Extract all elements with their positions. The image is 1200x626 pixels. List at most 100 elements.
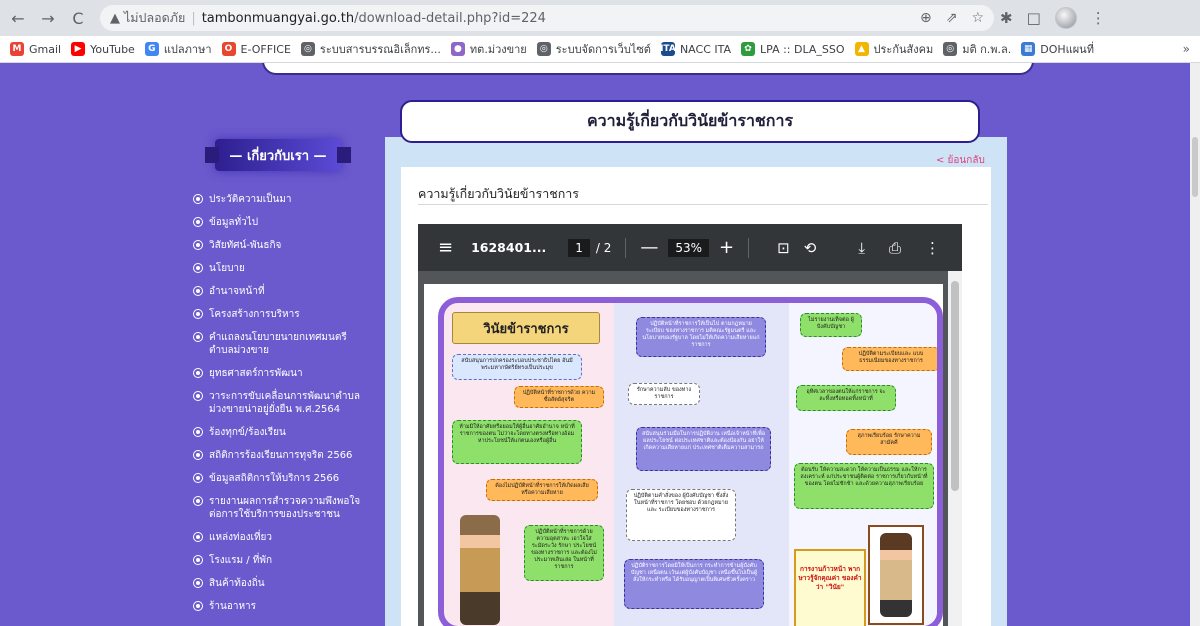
sidebar-item[interactable]: ร้านอาหาร (193, 600, 363, 613)
sidebar-item-label: โรงแรม / ที่พัก (209, 555, 272, 566)
bookmark-item[interactable]: ● ทต.ม่วงขาย (450, 40, 527, 58)
bookmark-item[interactable]: ▶ YouTube (71, 42, 135, 56)
page-scrollbar[interactable] (1190, 63, 1200, 626)
reload-icon[interactable]: C (66, 6, 90, 30)
sidebar-header: — เกี่ยวกับเรา — (205, 139, 351, 171)
sidebar-item[interactable]: วิสัยทัศน์-พันธกิจ (193, 239, 363, 252)
bookmark-icon: ▲ (854, 42, 869, 56)
bookmark-icon: ITA (660, 42, 676, 56)
document-title: ความรู้เกี่ยวกับวินัยข้าราชการ (418, 186, 580, 201)
sidebar-item[interactable]: รายงานผลการสำรวจความพึงพอใจต่อการใช้บริก… (193, 495, 363, 521)
pdf-menu-icon[interactable]: ≡ (438, 237, 453, 258)
sidebar-item[interactable]: แหล่งท่องเที่ยว (193, 531, 363, 544)
infographic-bubble: สนับสนุนร่วมมือในการปฏิบัติงาน เหนือเจ้า… (636, 427, 771, 471)
pdf-toolbar: ≡ 1628401... 1 / 2 — 53% + ⊡ ⟲ ⤓ ⎙ ⋮ (418, 224, 962, 271)
pdf-scrollbar[interactable] (948, 271, 962, 626)
sidebar-item[interactable]: อำนาจหน้าที่ (193, 285, 363, 298)
pdf-viewer: ≡ 1628401... 1 / 2 — 53% + ⊡ ⟲ ⤓ ⎙ ⋮ วิน… (418, 224, 962, 626)
officer-photo-frame (868, 525, 924, 625)
infographic-bubble: ปฏิบัติราชการโดยมิให้เป็นการ กระทำการข้า… (624, 559, 764, 609)
bookmark-item[interactable]: M Gmail (10, 42, 61, 56)
bookmark-item[interactable]: ITA NACC ITA (660, 42, 732, 56)
infographic: วินัยข้าราชการ สนับสนุนการปกครองระบอบประ… (438, 297, 943, 626)
pdf-scroll-thumb[interactable] (951, 281, 959, 491)
sidebar-menu: ประวัติความเป็นมาข้อมูลทั่วไปวิสัยทัศน์-… (193, 193, 363, 623)
zoom-icon[interactable]: ⊕ (920, 10, 932, 26)
infographic-bubble: ปฏิบัติตามคำสั่งของ ผู้บังคับบัญชา ซึ่งส… (626, 489, 736, 541)
sidebar-item[interactable]: นโยบาย (193, 262, 363, 275)
radio-bullet-icon (193, 309, 203, 319)
sidebar-item-label: สถิติการร้องเรียนการทุจริต 2566 (209, 450, 353, 461)
radio-bullet-icon (193, 601, 203, 611)
bookmark-item[interactable]: G แปลภาษา (144, 40, 212, 58)
sidebar-item[interactable]: สถิติการร้องเรียนการทุจริต 2566 (193, 449, 363, 462)
zoom-in-icon[interactable]: + (719, 237, 734, 258)
sidebar: — เกี่ยวกับเรา — ประวัติความเป็นมาข้อมูล… (185, 63, 365, 626)
radio-bullet-icon (193, 473, 203, 483)
infographic-bubble: ห้ามมิให้อาศัยหรือยอมให้ผู้อื่นอาศัยอำนา… (452, 420, 582, 464)
pdf-filename: 1628401... (471, 240, 547, 255)
infographic-bubble: ต้อนรับ ให้ความสะดวก ให้ความเป็นธรรม และ… (794, 463, 934, 509)
sidebar-item[interactable]: ประวัติความเป็นมา (193, 193, 363, 206)
sidebar-item-label: วิสัยทัศน์-พันธกิจ (209, 240, 282, 251)
sidebar-item-label: ร้านอาหาร (209, 601, 257, 612)
address-bar[interactable]: ▲ ไม่ปลอดภัย | tambonmuangyai.go.th/down… (100, 5, 994, 31)
bookmark-label: ระบบจัดการเว็บไซต์ (555, 43, 651, 56)
sidebar-item[interactable]: โครงสร้างการบริหาร (193, 308, 363, 321)
browser-menu-icon[interactable]: ⋮ (1091, 9, 1106, 27)
sidepanel-icon[interactable]: □ (1027, 9, 1041, 27)
star-icon[interactable]: ☆ (971, 10, 984, 26)
sidebar-item-label: ร้องทุกข์/ร้องเรียน (209, 427, 286, 438)
warning-icon[interactable]: ▲ (110, 11, 120, 26)
bookmarks-more-icon[interactable]: » (1183, 42, 1190, 56)
bookmark-label: Gmail (29, 42, 62, 56)
bookmark-item[interactable]: ▲ ประกันสังคม (854, 40, 933, 58)
bookmark-item[interactable]: O E-OFFICE (221, 42, 291, 56)
page-scroll-thumb[interactable] (1192, 137, 1198, 197)
download-icon[interactable]: ⤓ (858, 239, 865, 257)
sidebar-item[interactable]: ยุทธศาสตร์การพัฒนา (193, 367, 363, 380)
share-icon[interactable]: ⇗ (946, 10, 958, 26)
infographic-bubble: ปฏิบัติหน้าที่ราชการด้วย ความอุตสาหะ เอา… (524, 525, 604, 581)
pdf-zoom-input[interactable]: 53% (668, 238, 710, 257)
bookmark-item[interactable]: ◎ ระบบสารบรรณอิเล็กทร... (300, 40, 441, 58)
bookmark-label: NACC ITA (679, 42, 732, 56)
sidebar-item[interactable]: คำแถลงนโยบายนายกเทศมนตรีตำบลม่วงขาย (193, 331, 363, 357)
browser-toolbar: ← → C ▲ ไม่ปลอดภัย | tambonmuangyai.go.t… (0, 0, 1200, 36)
sidebar-item-label: แหล่งท่องเที่ยว (209, 532, 273, 543)
bookmark-label: DOHแผนที่ (1040, 43, 1094, 56)
fit-page-icon[interactable]: ⊡ (777, 239, 790, 257)
sidebar-item-label: โครงสร้างการบริหาร (209, 309, 300, 320)
puzzle-icon[interactable]: ✱ (1000, 9, 1013, 27)
back-icon[interactable]: ← (6, 6, 30, 30)
print-icon[interactable]: ⎙ (889, 239, 901, 257)
bookmark-label: ทต.ม่วงขาย (469, 43, 527, 56)
forward-icon[interactable]: → (36, 6, 60, 30)
bookmark-item[interactable]: ◎ มติ ก.พ.ล. (943, 40, 1011, 58)
rotate-icon[interactable]: ⟲ (804, 239, 817, 257)
back-link[interactable]: < ย้อนกลับ (936, 153, 985, 168)
infographic-bubble: ปฏิบัติหน้าที่ราชการด้วย ความซื่อสัตย์สุ… (514, 386, 604, 408)
pdf-page-input[interactable]: 1 (568, 238, 590, 257)
page-title-box: ความรู้เกี่ยวกับวินัยข้าราชการ (400, 100, 980, 143)
pdf-page-total: / 2 (595, 240, 612, 255)
infographic-bubble: ไม่รายงานเท็จต่อ ผู้บังคับบัญชา (800, 313, 862, 337)
sidebar-item-label: ยุทธศาสตร์การพัฒนา (209, 368, 303, 379)
sidebar-item[interactable]: โรงแรม / ที่พัก (193, 554, 363, 567)
radio-bullet-icon (193, 194, 203, 204)
profile-avatar[interactable] (1054, 7, 1077, 29)
bookmark-item[interactable]: ✿ LPA :: DLA_SSO (741, 42, 845, 56)
pdf-more-icon[interactable]: ⋮ (925, 239, 940, 257)
radio-bullet-icon (193, 263, 203, 273)
radio-bullet-icon (193, 496, 203, 506)
bookmark-item[interactable]: ◎ ระบบจัดการเว็บไซต์ (536, 40, 651, 58)
sidebar-item[interactable]: ข้อมูลทั่วไป (193, 216, 363, 229)
sidebar-item[interactable]: ข้อมูลสถิติการให้บริการ 2566 (193, 472, 363, 485)
sidebar-item[interactable]: วาระการขับเคลื่อนการพัฒนาตำบลม่วงขายน่าอ… (193, 390, 363, 416)
not-secure-label[interactable]: ไม่ปลอดภัย (124, 8, 185, 28)
bookmark-label: ระบบสารบรรณอิเล็กทร... (319, 43, 441, 56)
bookmark-item[interactable]: ▦ DOHแผนที่ (1021, 40, 1094, 58)
sidebar-item[interactable]: ร้องทุกข์/ร้องเรียน (193, 426, 363, 439)
sidebar-item[interactable]: สินค้าท้องถิ่น (193, 577, 363, 590)
zoom-out-icon[interactable]: — (640, 237, 658, 258)
